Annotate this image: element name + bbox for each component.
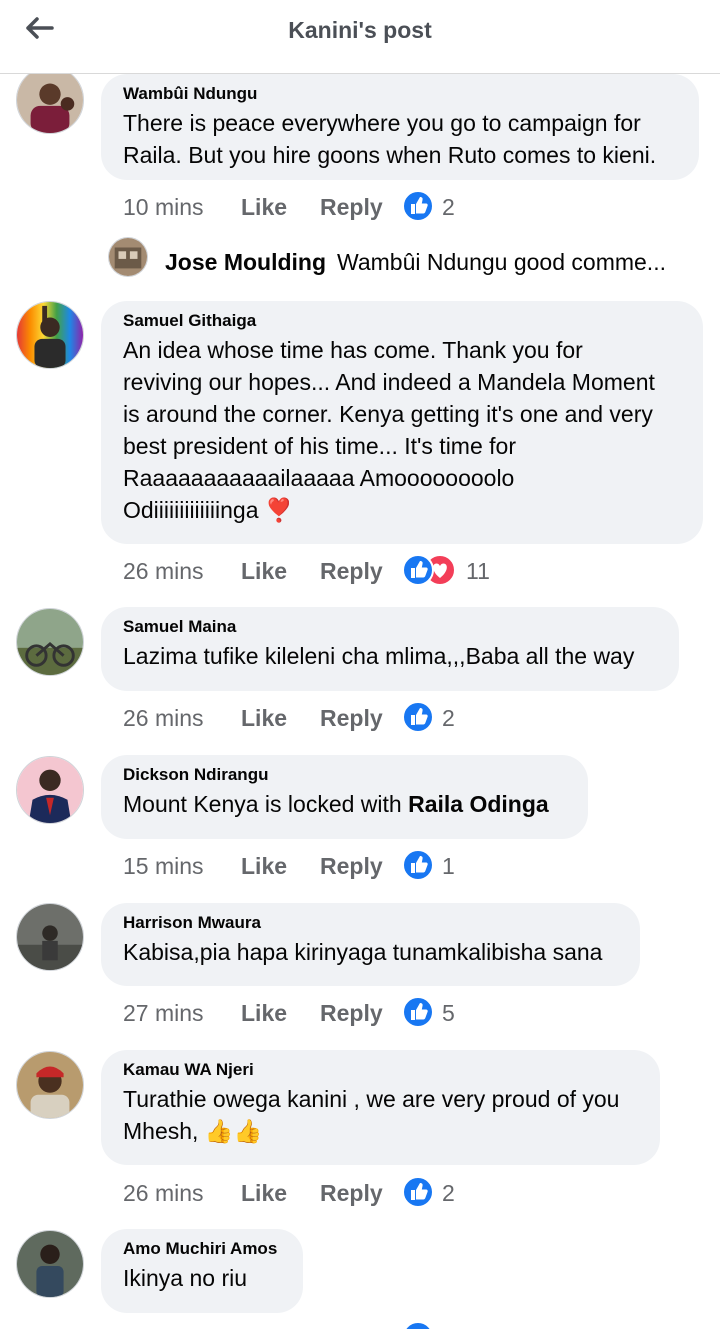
comment-actions: 10 mins Like Reply 2 xyxy=(123,190,523,224)
comment-text: Kabisa,pia hapa kirinyaga tunamkalibisha… xyxy=(123,936,618,968)
comment-author[interactable]: Amo Muchiri Amos xyxy=(123,1239,281,1259)
like-button[interactable]: Like xyxy=(241,558,287,585)
comment-line: An idea whose time has come. Thank you f… xyxy=(123,337,583,363)
reaction-count: 2 xyxy=(442,194,455,220)
comment-bubble[interactable]: Dickson Ndirangu Mount Kenya is locked w… xyxy=(101,755,588,839)
reply-button[interactable]: Reply xyxy=(320,558,383,585)
comment-text-body: Mount Kenya is locked with xyxy=(123,791,409,817)
reaction-count: 2 xyxy=(442,1180,455,1206)
comment-line: Ikinya no riu xyxy=(123,1265,248,1291)
avatar[interactable] xyxy=(16,1230,84,1298)
comment-text: Turathie owega kanini , we are very prou… xyxy=(123,1083,638,1147)
page-title: Kanini's post xyxy=(288,17,432,43)
comment-line: Kabisa,pia hapa kirinyaga tunamkalibisha… xyxy=(123,939,603,965)
reply-button[interactable]: Reply xyxy=(320,1000,383,1027)
avatar[interactable] xyxy=(16,608,84,676)
comment-author[interactable]: Samuel Githaiga xyxy=(123,311,681,331)
comment-actions: 27 mins Like Reply 5 xyxy=(123,996,523,1030)
comment-line: best president of his time... It's time … xyxy=(123,433,516,459)
reply-button[interactable]: Reply xyxy=(320,194,383,221)
like-icon xyxy=(402,701,434,733)
comment-bubble[interactable]: Samuel Maina Lazima tufike kileleni cha … xyxy=(101,607,679,691)
like-icon xyxy=(402,996,434,1028)
reply-author[interactable]: Jose Moulding xyxy=(165,249,326,276)
avatar[interactable] xyxy=(108,237,148,277)
avatar[interactable] xyxy=(16,66,84,134)
top-bar: Kanini's post xyxy=(0,0,720,74)
like-icon xyxy=(402,190,434,222)
comment-time: 27 mins xyxy=(123,1000,204,1026)
comment-text: Ikinya no riu xyxy=(123,1262,281,1294)
comment-actions: 15 mins Like Reply 1 xyxy=(123,849,523,883)
like-icon xyxy=(402,554,434,586)
reply-button[interactable]: Reply xyxy=(320,705,383,732)
comment-time: 10 mins xyxy=(123,194,204,220)
avatar[interactable] xyxy=(16,756,84,824)
comment-text: Lazima tufike kileleni cha mlima,,,Baba … xyxy=(123,640,657,672)
comment-author[interactable]: Samuel Maina xyxy=(123,617,657,637)
comment-author[interactable]: Wambûi Ndungu xyxy=(123,84,677,104)
reaction-count: 1 xyxy=(442,853,455,879)
comment-author[interactable]: Kamau WA Njeri xyxy=(123,1060,638,1080)
like-button[interactable]: Like xyxy=(241,1180,287,1207)
comment-time: 26 mins xyxy=(123,1180,204,1206)
comment-actions: 26 mins Like Reply 11 xyxy=(123,554,543,588)
like-icon xyxy=(402,1176,434,1208)
like-icon xyxy=(402,849,434,881)
like-button[interactable]: Like xyxy=(241,705,287,732)
comment-bubble[interactable]: Samuel Githaiga An idea whose time has c… xyxy=(101,301,703,544)
like-icon xyxy=(404,1321,432,1329)
comment-bubble[interactable]: Harrison Mwaura Kabisa,pia hapa kirinyag… xyxy=(101,903,640,986)
comment-actions: 26 mins Like Reply 2 xyxy=(123,1176,523,1210)
comment-text: There is peace everywhere you go to camp… xyxy=(123,107,677,171)
comment-line: Turathie owega kanini , we are very prou… xyxy=(123,1086,620,1112)
comment-text: Mount Kenya is locked with Raila Odinga xyxy=(123,788,566,820)
reply-text: Wambûi Ndungu good comme... xyxy=(337,249,666,275)
comment-line: Odiiiiiiiiiiiiinga ❣️ xyxy=(123,497,294,523)
comment-bubble[interactable]: Amo Muchiri Amos Ikinya no riu xyxy=(101,1229,303,1313)
reply-button[interactable]: Reply xyxy=(320,853,383,880)
comment-author[interactable]: Dickson Ndirangu xyxy=(123,765,566,785)
comment-line: is around the corner. Kenya getting it's… xyxy=(123,401,653,427)
avatar[interactable] xyxy=(16,1051,84,1119)
reaction-count: 2 xyxy=(442,705,455,731)
avatar[interactable] xyxy=(16,301,84,369)
like-button[interactable]: Like xyxy=(241,1000,287,1027)
avatar[interactable] xyxy=(16,903,84,971)
comment-time: 26 mins xyxy=(123,705,204,731)
nested-reply[interactable]: Jose Moulding Wambûi Ndungu good comme..… xyxy=(108,237,708,281)
like-button[interactable]: Like xyxy=(241,194,287,221)
comment-actions: 26 mins Like Reply 2 xyxy=(123,701,523,735)
comment-line: reviving our hopes... And indeed a Mande… xyxy=(123,369,655,395)
like-button[interactable]: Like xyxy=(241,853,287,880)
comment-line: Lazima tufike kileleni cha mlima,,,Baba … xyxy=(123,643,635,669)
comment-line: There is peace everywhere you go to camp… xyxy=(123,110,641,136)
reaction-count: 11 xyxy=(466,558,490,584)
mention-link[interactable]: Raila Odinga xyxy=(408,791,549,817)
comment-line: Mhesh, 👍👍 xyxy=(123,1118,263,1144)
comment-time: 26 mins xyxy=(123,558,204,584)
comment-line: Raaaaaaaaaaailaaaaa Amoooooooolo xyxy=(123,465,515,491)
comment-author[interactable]: Harrison Mwaura xyxy=(123,913,618,933)
comment-time: 15 mins xyxy=(123,853,204,879)
reaction-count: 5 xyxy=(442,1000,455,1026)
reply-button[interactable]: Reply xyxy=(320,1180,383,1207)
comment-text: An idea whose time has come. Thank you f… xyxy=(123,334,681,526)
comment-bubble[interactable]: Wambûi Ndungu There is peace everywhere … xyxy=(101,74,699,180)
comment-line: Raila. But you hire goons when Ruto come… xyxy=(123,142,657,168)
comment-bubble[interactable]: Kamau WA Njeri Turathie owega kanini , w… xyxy=(101,1050,660,1165)
